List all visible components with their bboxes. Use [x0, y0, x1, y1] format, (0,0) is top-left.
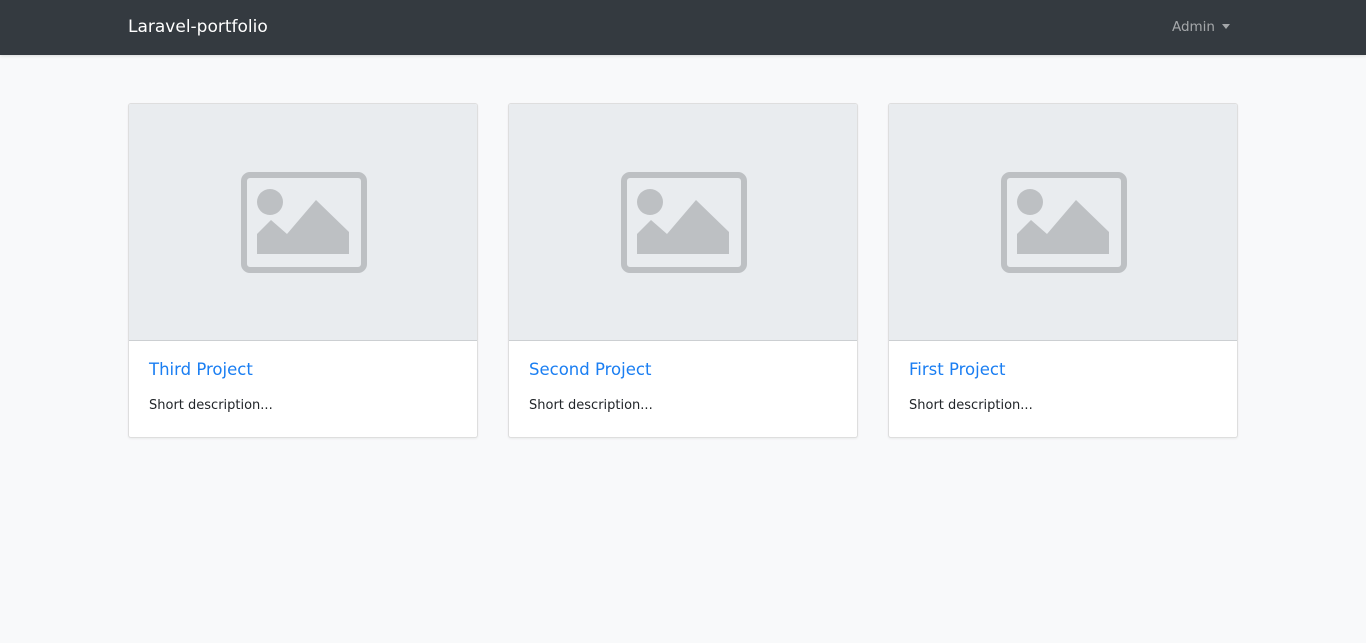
project-image[interactable] — [509, 104, 857, 341]
top-navbar: Laravel-portfolio Admin — [0, 0, 1366, 55]
project-description: Short description... — [529, 398, 653, 413]
admin-dropdown-toggle[interactable]: Admin — [1172, 0, 1230, 55]
project-image[interactable] — [889, 104, 1237, 341]
project-title-link[interactable]: First Project — [909, 360, 1005, 379]
project-image[interactable] — [129, 104, 477, 341]
image-placeholder-icon — [621, 172, 747, 273]
image-placeholder-icon — [241, 172, 367, 273]
admin-dropdown-label: Admin — [1171, 19, 1215, 35]
caret-down-icon — [1222, 24, 1230, 29]
image-placeholder-icon — [1001, 172, 1127, 273]
brand-link[interactable]: Laravel-portfolio — [128, 0, 268, 55]
project-card: Third Project Short description... — [128, 103, 478, 438]
project-description: Short description... — [909, 398, 1033, 413]
project-title-link[interactable]: Second Project — [529, 360, 651, 379]
project-title-link[interactable]: Third Project — [149, 360, 253, 379]
project-description: Short description... — [149, 398, 273, 413]
project-card: Second Project Short description... — [508, 103, 858, 438]
project-card: First Project Short description... — [888, 103, 1238, 438]
